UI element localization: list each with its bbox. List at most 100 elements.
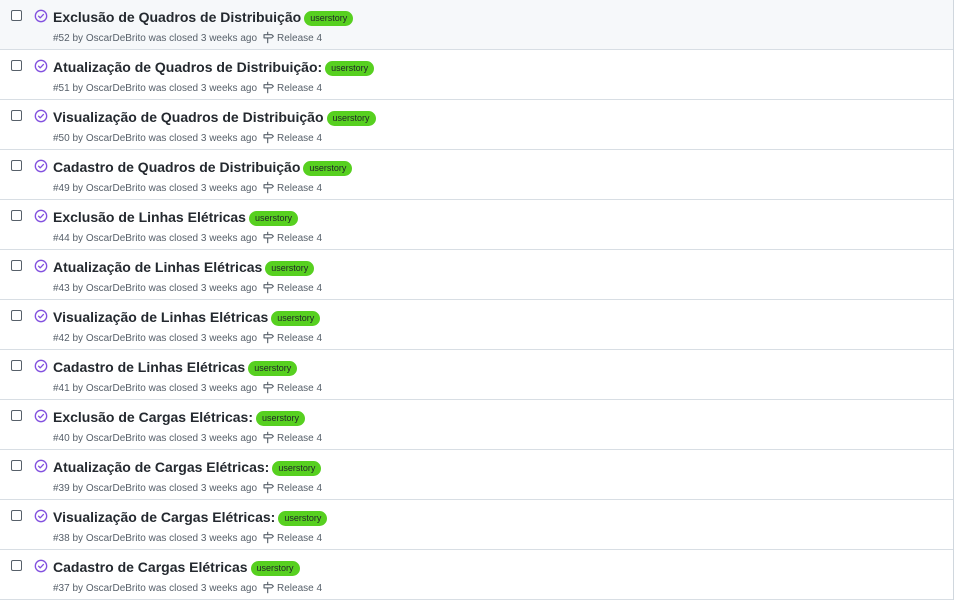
milestone-label[interactable]: Release 4: [277, 533, 322, 544]
author-link[interactable]: OscarDeBrito: [86, 533, 146, 544]
select-checkbox[interactable]: [11, 60, 22, 71]
issue-title-link[interactable]: Cadastro de Cargas Elétricas userstory: [53, 559, 300, 576]
milestone-label[interactable]: Release 4: [277, 283, 322, 294]
milestone-link[interactable]: Release 4: [262, 281, 322, 294]
issue-title[interactable]: Visualização de Cargas Elétricas:: [53, 509, 275, 525]
select-checkbox[interactable]: [11, 310, 22, 321]
label-badge[interactable]: userstory: [304, 11, 354, 26]
author-link[interactable]: OscarDeBrito: [86, 333, 146, 344]
select-checkbox[interactable]: [11, 10, 22, 21]
milestone-link[interactable]: Release 4: [262, 81, 322, 94]
milestone-link[interactable]: Release 4: [262, 181, 322, 194]
author-link[interactable]: OscarDeBrito: [86, 233, 146, 244]
issue-number: #41: [53, 383, 70, 394]
issue-title-link[interactable]: Cadastro de Quadros de Distribuição users…: [53, 159, 353, 176]
issue-row[interactable]: Cadastro de Quadros de Distribuição users…: [0, 150, 953, 200]
select-checkbox[interactable]: [11, 560, 22, 571]
issue-title-link[interactable]: Visualização de Linhas Elétricas userstor…: [53, 309, 321, 326]
milestone-link[interactable]: Release 4: [262, 431, 322, 444]
select-checkbox[interactable]: [11, 510, 22, 521]
author-link[interactable]: OscarDeBrito: [86, 483, 146, 494]
select-checkbox[interactable]: [11, 460, 22, 471]
issue-row[interactable]: Visualização de Quadros de Distribuição u…: [0, 100, 953, 150]
milestone-icon: [263, 331, 274, 344]
status-text: was closed 3 weeks ago: [148, 583, 258, 594]
milestone-link[interactable]: Release 4: [262, 481, 322, 494]
milestone-link[interactable]: Release 4: [262, 581, 322, 594]
label-badge[interactable]: userstory: [248, 361, 298, 376]
select-checkbox[interactable]: [11, 360, 22, 371]
label-badge[interactable]: userstory: [265, 261, 315, 276]
select-checkbox[interactable]: [11, 260, 22, 271]
label-badge[interactable]: userstory: [248, 211, 298, 226]
issue-title-link[interactable]: Atualização de Linhas Elétricas userstory: [53, 259, 315, 276]
issue-row[interactable]: Atualização de Linhas Elétricas userstory…: [0, 250, 953, 300]
issue-row[interactable]: Visualização de Cargas Elétricas: usersto…: [0, 500, 953, 550]
milestone-label[interactable]: Release 4: [277, 83, 322, 94]
author-link[interactable]: OscarDeBrito: [86, 133, 146, 144]
issue-title[interactable]: Exclusão de Quadros de Distribuição: [53, 9, 301, 25]
milestone-label[interactable]: Release 4: [277, 333, 322, 344]
issue-title-link[interactable]: Cadastro de Linhas Elétricas userstory: [53, 359, 298, 376]
issue-title-link[interactable]: Visualização de Cargas Elétricas: usersto…: [53, 509, 328, 526]
milestone-label[interactable]: Release 4: [277, 433, 322, 444]
milestone-label[interactable]: Release 4: [277, 183, 322, 194]
label-badge[interactable]: userstory: [325, 61, 375, 76]
issue-row[interactable]: Cadastro de Cargas Elétricas userstory #3…: [0, 550, 953, 600]
author-link[interactable]: OscarDeBrito: [86, 283, 146, 294]
milestone-link[interactable]: Release 4: [262, 381, 322, 394]
issue-row[interactable]: Visualização de Linhas Elétricas userstor…: [0, 300, 953, 350]
issue-title[interactable]: Atualização de Cargas Elétricas:: [53, 459, 269, 475]
issue-title-link[interactable]: Exclusão de Cargas Elétricas: userstory: [53, 409, 306, 426]
label-badge[interactable]: userstory: [256, 411, 306, 426]
issue-row[interactable]: Atualização de Cargas Elétricas: userstor…: [0, 450, 953, 500]
issue-title[interactable]: Exclusão de Linhas Elétricas: [53, 209, 246, 225]
author-link[interactable]: OscarDeBrito: [86, 83, 146, 94]
milestone-label[interactable]: Release 4: [277, 233, 322, 244]
milestone-label[interactable]: Release 4: [277, 33, 322, 44]
author-link[interactable]: OscarDeBrito: [86, 33, 146, 44]
select-checkbox[interactable]: [11, 110, 22, 121]
milestone-label[interactable]: Release 4: [277, 133, 322, 144]
author-link[interactable]: OscarDeBrito: [86, 583, 146, 594]
author-link[interactable]: OscarDeBrito: [86, 433, 146, 444]
issue-title[interactable]: Cadastro de Linhas Elétricas: [53, 359, 245, 375]
issue-title[interactable]: Visualização de Linhas Elétricas: [53, 309, 268, 325]
select-checkbox[interactable]: [11, 160, 22, 171]
label-badge[interactable]: userstory: [278, 511, 328, 526]
milestone-label[interactable]: Release 4: [277, 583, 322, 594]
check-circle-icon: [34, 309, 48, 323]
issue-row[interactable]: Atualização de Quadros de Distribuição: u…: [0, 50, 953, 100]
issue-row[interactable]: Cadastro de Linhas Elétricas userstory #4…: [0, 350, 953, 400]
issue-title[interactable]: Cadastro de Cargas Elétricas: [53, 559, 248, 575]
label-badge[interactable]: userstory: [250, 561, 300, 576]
issue-title-link[interactable]: Atualização de Cargas Elétricas: userstor…: [53, 459, 322, 476]
milestone-link[interactable]: Release 4: [262, 131, 322, 144]
select-checkbox[interactable]: [11, 210, 22, 221]
issue-row[interactable]: Exclusão de Quadros de Distribuição users…: [0, 0, 953, 50]
milestone-link[interactable]: Release 4: [262, 531, 322, 544]
issue-title-link[interactable]: Exclusão de Linhas Elétricas userstory: [53, 209, 298, 226]
issue-title-link[interactable]: Atualização de Quadros de Distribuição: u…: [53, 59, 375, 76]
issue-row[interactable]: Exclusão de Cargas Elétricas: userstory #…: [0, 400, 953, 450]
author-link[interactable]: OscarDeBrito: [86, 383, 146, 394]
milestone-link[interactable]: Release 4: [262, 31, 322, 44]
author-link[interactable]: OscarDeBrito: [86, 183, 146, 194]
milestone-label[interactable]: Release 4: [277, 483, 322, 494]
milestone-link[interactable]: Release 4: [262, 231, 322, 244]
issue-title-link[interactable]: Visualização de Quadros de Distribuição u…: [53, 109, 376, 126]
label-badge[interactable]: userstory: [326, 111, 376, 126]
issue-title-link[interactable]: Exclusão de Quadros de Distribuição users…: [53, 9, 354, 26]
issue-title[interactable]: Visualização de Quadros de Distribuição: [53, 109, 324, 125]
label-badge[interactable]: userstory: [271, 311, 321, 326]
milestone-label[interactable]: Release 4: [277, 383, 322, 394]
milestone-link[interactable]: Release 4: [262, 331, 322, 344]
issue-title[interactable]: Atualização de Quadros de Distribuição:: [53, 59, 322, 75]
issue-title[interactable]: Cadastro de Quadros de Distribuição: [53, 159, 300, 175]
issue-title[interactable]: Atualização de Linhas Elétricas: [53, 259, 262, 275]
label-badge[interactable]: userstory: [303, 161, 353, 176]
issue-title[interactable]: Exclusão de Cargas Elétricas:: [53, 409, 253, 425]
issue-row[interactable]: Exclusão de Linhas Elétricas userstory #4…: [0, 200, 953, 250]
select-checkbox[interactable]: [11, 410, 22, 421]
label-badge[interactable]: userstory: [272, 461, 322, 476]
